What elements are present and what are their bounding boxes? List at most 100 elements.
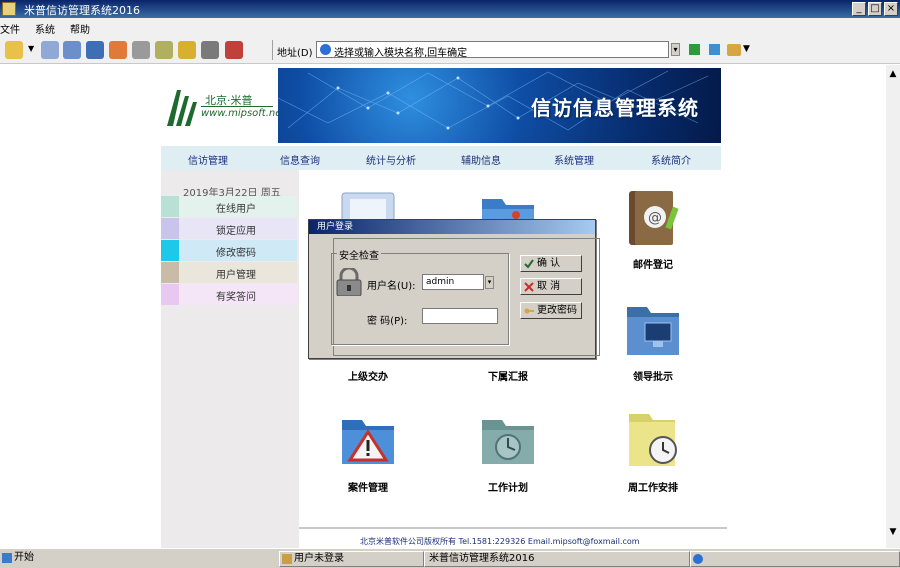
go-icon[interactable] — [689, 44, 700, 55]
folder-clock-icon — [482, 420, 534, 464]
menu-file[interactable]: 文件 — [0, 21, 20, 36]
status-app: 米普信访管理系统2016 — [424, 551, 690, 567]
password-input[interactable] — [422, 308, 498, 324]
sidebar-item-label: 锁定应用 — [216, 226, 256, 237]
dialog-title: 用户登录 — [309, 220, 595, 234]
group-label: 安全检查 — [337, 247, 381, 262]
address-dropdown[interactable]: ▾ — [671, 43, 680, 56]
footer-divider — [299, 527, 727, 529]
status-ie — [690, 551, 900, 567]
folder-alarm-icon — [629, 414, 677, 466]
confirm-button[interactable]: 确 认 — [520, 255, 582, 272]
grid-item-leader-instructions[interactable]: 领导批示 — [585, 301, 695, 401]
sidebar-item-change-password[interactable]: 修改密码 — [161, 240, 297, 261]
padlock-icon — [336, 268, 362, 296]
grid-item-label: 上级交办 — [348, 372, 388, 383]
title-bar: 米普信访管理系统2016 _ □ × — [0, 0, 900, 18]
grid-item-weekly-schedule[interactable]: 周工作安排 — [585, 412, 695, 512]
svg-text:@: @ — [648, 210, 662, 226]
grid-item-label: 工作计划 — [488, 483, 528, 494]
address-input[interactable]: 选择或输入模块名称,回车确定 — [316, 41, 669, 59]
scroll-up-icon[interactable]: ▲ — [886, 69, 900, 83]
home-icon[interactable] — [109, 41, 127, 59]
sidebar-swatch — [161, 284, 179, 305]
sidebar-swatch — [161, 262, 179, 283]
nav-system-intro[interactable]: 系统简介 — [651, 152, 691, 167]
sidebar-item-lock-app[interactable]: 锁定应用 — [161, 218, 297, 239]
sidebar-item-label: 修改密码 — [216, 248, 256, 259]
grid-item-label: 周工作安排 — [628, 483, 678, 494]
print-icon[interactable] — [132, 41, 150, 59]
favorites-dropdown-icon[interactable]: ▼ — [743, 44, 750, 54]
cancel-button[interactable]: 取 消 — [520, 278, 582, 295]
network-icon[interactable] — [63, 41, 81, 59]
banner-title: 信访信息管理系统 — [531, 96, 699, 120]
check-icon — [524, 259, 534, 269]
nav-system-management[interactable]: 系统管理 — [554, 152, 594, 167]
sidebar-item-user-management[interactable]: 用户管理 — [161, 262, 297, 283]
nav-petition-management[interactable]: 信访管理 — [188, 152, 228, 167]
grid-item-case-management[interactable]: 案件管理 — [300, 412, 410, 512]
toolbar: ▼ 地址(D) 选择或输入模块名称,回车确定 ▾ ▼ — [0, 36, 900, 64]
ie-icon — [693, 554, 703, 564]
menu-system[interactable]: 系统 — [35, 21, 55, 36]
tools-icon[interactable] — [155, 41, 173, 59]
username-dropdown[interactable]: ▾ — [485, 276, 494, 289]
grid-item-mail-registration[interactable]: @ 邮件登记 — [585, 189, 695, 289]
lock-icon[interactable] — [178, 41, 196, 59]
close-button[interactable]: × — [884, 2, 898, 16]
footer-copyright: 北京米普软件公司版权所有 Tel.1581:229326 Email.mipso… — [360, 537, 640, 546]
confirm-label: 确 认 — [537, 258, 561, 269]
toolbar-separator — [272, 40, 273, 60]
back-icon[interactable] — [5, 41, 23, 59]
folder-warning-icon — [342, 420, 394, 464]
grid-item-label: 下属汇报 — [488, 372, 528, 383]
user-icon — [282, 554, 292, 564]
vertical-scrollbar[interactable]: ▲ ▼ — [886, 65, 900, 548]
status-bar: 开始 用户未登录 米普信访管理系统2016 — [0, 548, 900, 568]
change-password-button[interactable]: 更改密码 — [520, 302, 582, 319]
monitor-icon[interactable] — [86, 41, 104, 59]
grid-item-work-plan[interactable]: 工作计划 — [440, 412, 550, 512]
menu-help[interactable]: 帮助 — [70, 21, 90, 36]
logo-mark-icon — [167, 90, 197, 126]
sidebar-item-label: 有奖答问 — [216, 292, 256, 303]
grid-item-label: 邮件登记 — [633, 260, 673, 271]
status-user: 用户未登录 — [279, 551, 424, 567]
nav-auxiliary-info[interactable]: 辅助信息 — [461, 152, 501, 167]
sidebar-item-label: 用户管理 — [216, 270, 256, 281]
minimize-button[interactable]: _ — [852, 2, 866, 16]
dropdown-arrow-icon[interactable]: ▼ — [28, 44, 34, 53]
address-book-icon: @ — [629, 191, 679, 245]
nav-info-query[interactable]: 信息查询 — [280, 152, 320, 167]
username-input[interactable]: admin — [422, 274, 484, 290]
flag-icon — [2, 553, 12, 563]
user-lock-icon[interactable] — [201, 41, 219, 59]
app-icon — [2, 2, 16, 16]
refresh-icon[interactable] — [709, 44, 720, 55]
sidebar-swatch — [161, 240, 179, 261]
key-icon — [524, 308, 534, 314]
maximize-button[interactable]: □ — [868, 2, 882, 16]
list-icon[interactable] — [41, 41, 59, 59]
menu-bar: 文件 系统 帮助 — [0, 18, 900, 36]
sidebar: 2019年3月22日 周五 在线用户 锁定应用 修改密码 用户管理 有奖答问 — [161, 170, 299, 548]
scroll-down-icon[interactable]: ▼ — [886, 527, 900, 541]
grid-item-label: 案件管理 — [348, 483, 388, 494]
password-label: 密 码(P): — [367, 316, 408, 327]
logo-divider — [201, 106, 273, 107]
sidebar-item-online-users[interactable]: 在线用户 — [161, 196, 297, 217]
main-nav: 信访管理 信息查询 统计与分析 辅助信息 系统管理 系统简介 — [161, 146, 721, 170]
cancel-label: 取 消 — [537, 281, 561, 292]
address-value[interactable]: 选择或输入模块名称,回车确定 — [334, 44, 467, 59]
sidebar-item-quiz[interactable]: 有奖答问 — [161, 284, 297, 305]
nav-statistics[interactable]: 统计与分析 — [366, 152, 416, 167]
sidebar-item-label: 在线用户 — [216, 204, 256, 215]
ie-icon — [320, 44, 331, 55]
header-banner: 信访信息管理系统 — [278, 68, 721, 143]
favorites-icon[interactable] — [727, 44, 741, 56]
sidebar-swatch — [161, 196, 179, 217]
change-password-label: 更改密码 — [537, 305, 577, 316]
exit-icon[interactable] — [225, 41, 243, 59]
logo-url: www.mipsoft.net — [201, 108, 286, 119]
